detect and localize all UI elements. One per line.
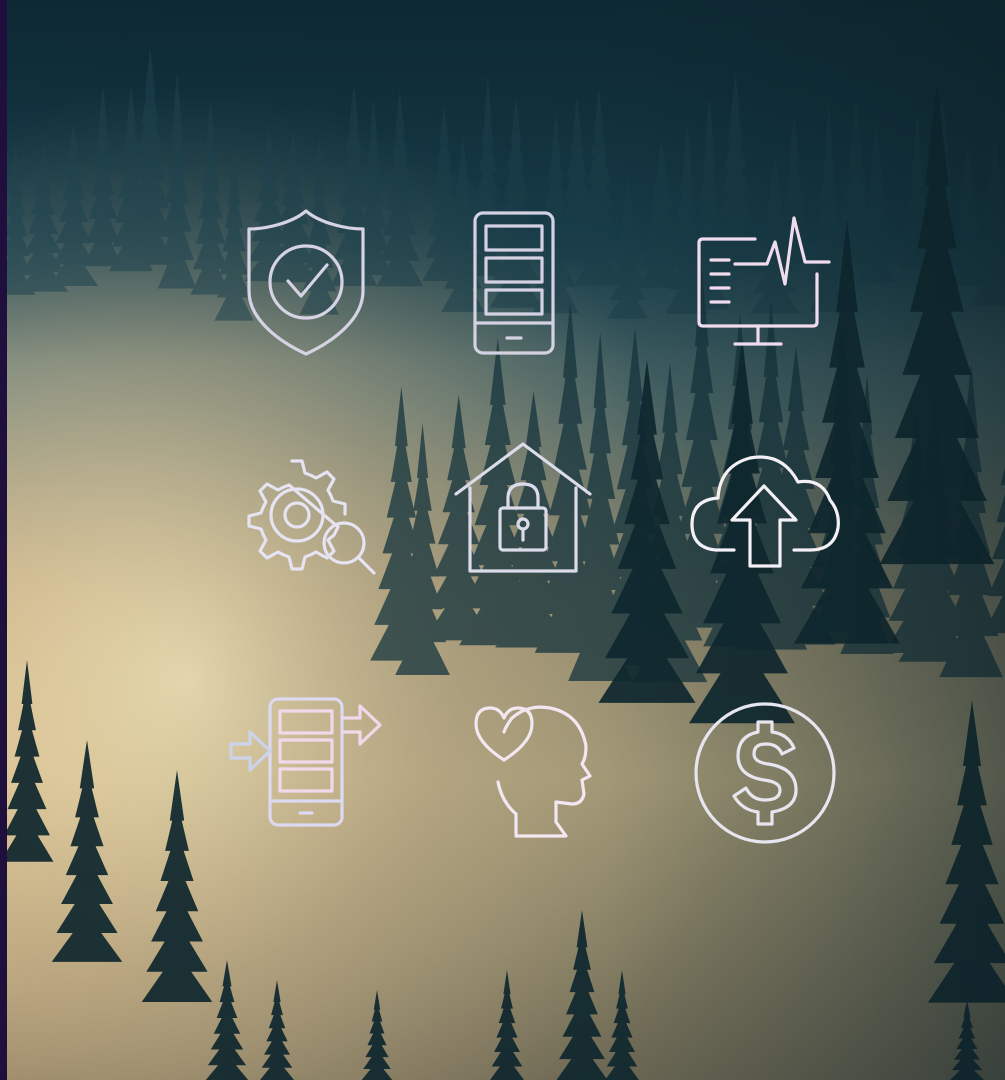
mental-health-head-heart-icon	[472, 702, 596, 840]
cloud-upload-icon	[688, 448, 842, 570]
phone-data-transfer-icon	[228, 696, 384, 828]
mobile-phone-app-icon	[472, 210, 556, 356]
background-scene	[0, 0, 1005, 1080]
house-lock-icon	[452, 440, 594, 574]
dollar-coin-icon	[692, 700, 838, 846]
left-edge-strip	[0, 0, 7, 1080]
gear-search-icon	[240, 455, 380, 575]
security-shield-check-icon	[244, 207, 368, 357]
monitor-heartbeat-icon	[695, 212, 833, 350]
